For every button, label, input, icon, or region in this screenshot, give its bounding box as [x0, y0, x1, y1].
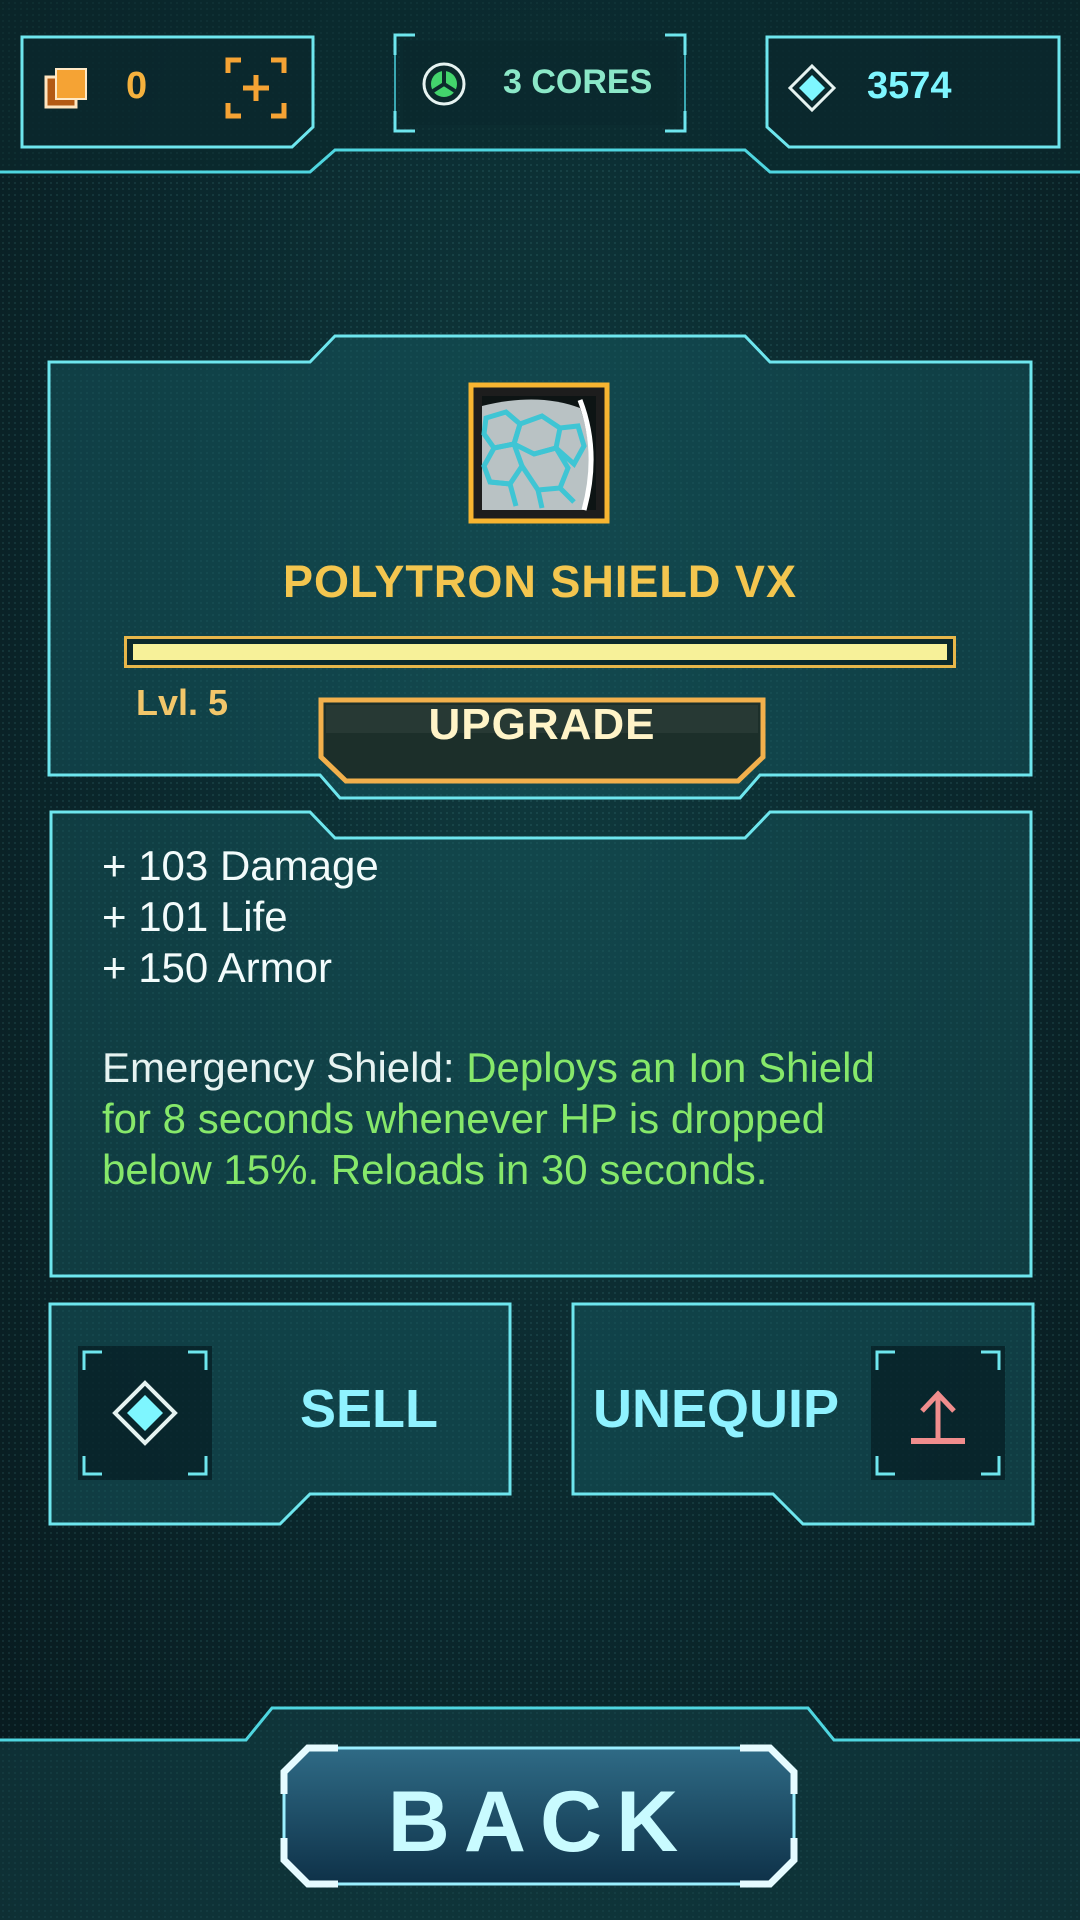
item-name: POLYTRON SHIELD VX: [283, 556, 797, 607]
stat-life: + 101 Life: [102, 893, 288, 940]
core-icon: [422, 62, 466, 106]
cards-icon: [44, 67, 88, 111]
polytron-shield-icon: [468, 382, 610, 524]
add-cards-button[interactable]: [225, 57, 287, 119]
stat-damage: + 103 Damage: [102, 842, 379, 889]
cards-count: 0: [126, 65, 148, 107]
stat-armor: + 150 Armor: [102, 944, 332, 991]
gems-count: 3574: [867, 65, 952, 107]
ability-description: Emergency Shield: Deploys an Ion Shield …: [102, 1042, 922, 1195]
sell-button[interactable]: SELL: [48, 1302, 512, 1526]
cores-label: 3 CORES: [503, 63, 653, 101]
sell-label: SELL: [300, 1379, 439, 1439]
item-level: Lvl. 5: [136, 682, 229, 723]
level-progress-bar: [124, 636, 956, 668]
gem-icon: [787, 63, 837, 113]
cores-counter: 3 CORES: [393, 33, 687, 133]
item-image-frame: [468, 382, 610, 524]
gem-sell-icon: [112, 1380, 178, 1446]
level-progress-fill: [133, 644, 947, 660]
gems-counter: 3574: [765, 35, 1061, 149]
unequip-button[interactable]: UNEQUIP: [571, 1302, 1035, 1526]
upgrade-label: UPGRADE: [428, 700, 656, 749]
unequip-icon: [905, 1380, 971, 1446]
ability-name: Emergency Shield:: [102, 1044, 467, 1091]
cards-counter: 0: [20, 35, 315, 149]
unequip-label: UNEQUIP: [593, 1379, 840, 1439]
back-label: BACK: [387, 1774, 693, 1870]
